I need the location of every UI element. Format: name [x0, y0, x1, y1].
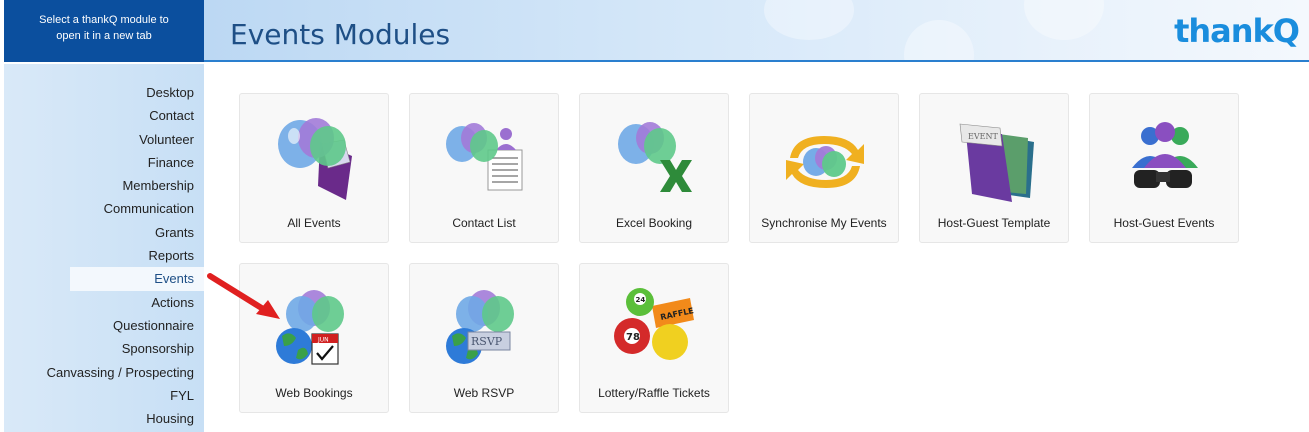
lottery-balls-icon: RAFFLE 24 78	[614, 288, 695, 360]
module-contact-list[interactable]: Contact List	[409, 93, 559, 243]
event-card-text: EVENT	[968, 132, 998, 141]
globe-rsvp-icon: RSVP	[446, 290, 514, 364]
module-lottery-raffle[interactable]: RAFFLE 24 78 Lottery/Raffle Tickets	[579, 263, 729, 413]
module-all-events[interactable]: All Events	[239, 93, 389, 243]
calendar-month-text: JUN	[317, 337, 329, 344]
balloons-excel-icon	[618, 122, 692, 192]
thankq-logo: thankQ	[1174, 12, 1300, 50]
sidebar-item-events[interactable]: Events	[70, 267, 204, 291]
sidebar-item-fyl[interactable]: FYL	[4, 384, 204, 407]
module-host-guest-template[interactable]: EVENT Host-Guest Template	[919, 93, 1069, 243]
module-label: Web RSVP	[453, 386, 515, 400]
sidebar-item-volunteer[interactable]: Volunteer	[4, 128, 204, 151]
sidebar-item-canvassing-prospecting[interactable]: Canvassing / Prospecting	[4, 361, 204, 384]
app-frame: Select a thankQ module to open it in a n…	[0, 0, 1309, 432]
sidebar-item-reports[interactable]: Reports	[4, 244, 204, 267]
sidebar-header: Select a thankQ module to open it in a n…	[4, 0, 204, 62]
sidebar-item-communication[interactable]: Communication	[4, 197, 204, 220]
sidebar-nav: Desktop Contact Volunteer Finance Membership…	[4, 64, 204, 430]
page-title: Events Modules	[230, 18, 451, 51]
ball-24-text: 24	[636, 296, 646, 304]
module-label: Contact List	[452, 216, 516, 230]
header-banner: Events Modules thankQ	[204, 0, 1309, 62]
sidebar-item-contact[interactable]: Contact	[4, 104, 204, 127]
module-label: Synchronise My Events	[761, 216, 887, 230]
module-label: Lottery/Raffle Tickets	[598, 386, 710, 400]
sidebar-item-membership[interactable]: Membership	[4, 174, 204, 197]
module-host-guest-events[interactable]: Host-Guest Events	[1089, 93, 1239, 243]
module-sync-events[interactable]: Synchronise My Events	[749, 93, 899, 243]
rsvp-card-text: RSVP	[471, 335, 503, 348]
sidebar-header-line2: open it in a new tab	[56, 30, 152, 42]
pointer-arrow-icon	[207, 273, 280, 319]
module-label: Web Bookings	[275, 386, 353, 400]
logo-text: thankQ	[1174, 12, 1300, 50]
sidebar-item-housing[interactable]: Housing	[4, 407, 204, 430]
sidebar-item-actions[interactable]: Actions	[4, 291, 204, 314]
balloons-list-icon	[446, 123, 523, 191]
sync-balloons-icon	[786, 136, 864, 188]
folders-event-icon: EVENT	[959, 123, 1034, 202]
sidebar: Desktop Contact Volunteer Finance Membership…	[4, 64, 204, 432]
module-label: Host-Guest Template	[937, 216, 1051, 230]
balloons-invite-icon	[278, 118, 352, 200]
sidebar-item-desktop[interactable]: Desktop	[4, 81, 204, 104]
module-label: Host-Guest Events	[1113, 216, 1215, 230]
sidebar-item-grants[interactable]: Grants	[4, 221, 204, 244]
users-binoculars-icon	[1132, 122, 1198, 188]
sidebar-item-finance[interactable]: Finance	[4, 151, 204, 174]
sidebar-item-questionnaire[interactable]: Questionnaire	[4, 314, 204, 337]
ball-78-text: 78	[626, 332, 640, 343]
module-excel-booking[interactable]: Excel Booking	[579, 93, 729, 243]
module-label: All Events	[287, 216, 341, 230]
module-web-rsvp[interactable]: RSVP Web RSVP	[409, 263, 559, 413]
sidebar-item-sponsorship[interactable]: Sponsorship	[4, 337, 204, 360]
sidebar-header-line1: Select a thankQ module to	[39, 14, 169, 26]
module-label: Excel Booking	[615, 216, 693, 230]
